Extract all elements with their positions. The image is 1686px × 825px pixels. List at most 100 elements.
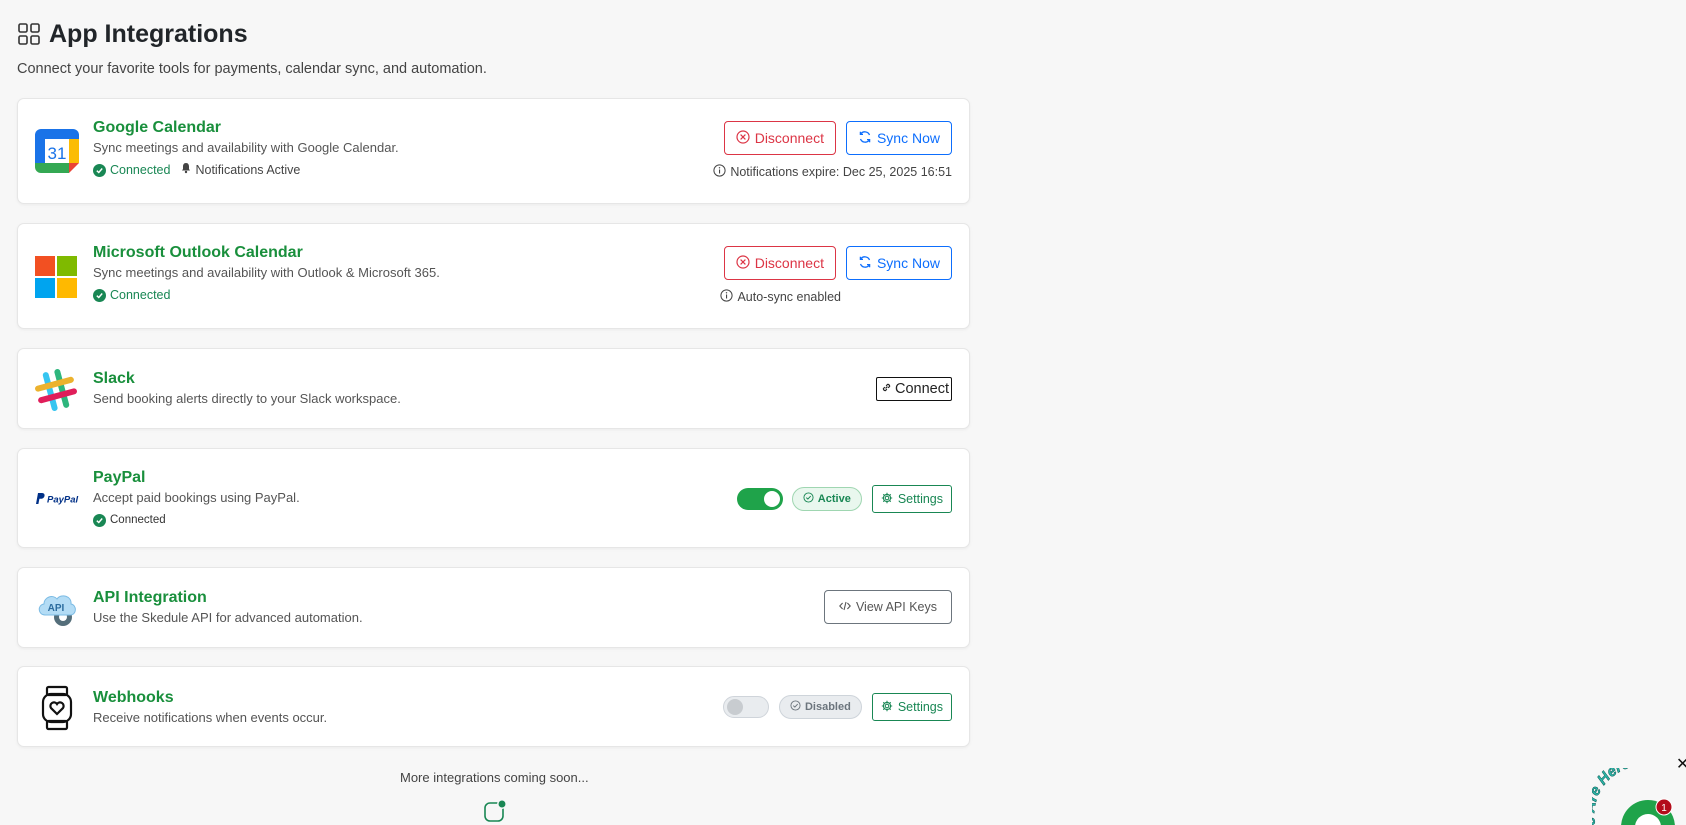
disconnect-button[interactable]: Disconnect [723,121,836,155]
disconnect-button[interactable]: Disconnect [723,246,836,280]
integration-card-api: API API Integration Use the Skedule API … [17,567,970,648]
svg-text:31: 31 [48,144,67,163]
card-actions: Disabled Settings [722,693,952,721]
disabled-circle-icon [790,700,801,714]
integration-card-webhooks: Webhooks Receive notifications when even… [17,666,970,747]
status-connected: Connected [93,162,170,178]
badge-label: Disabled [804,701,851,713]
webhooks-logo [35,685,79,736]
auto-sync-text: Auto-sync enabled [737,290,841,304]
integrations-page: App Integrations Connect your favorite t… [17,18,970,78]
chat-widget[interactable]: We Are Here 1 [1592,768,1686,825]
slack-logo [35,369,77,416]
coming-soon-note: More integrations coming soon... [400,770,589,785]
paypal-enable-toggle[interactable] [736,488,783,510]
integration-description: Sync meetings and availability with Goog… [93,140,399,155]
connect-label: Connect [894,381,949,397]
notifications-label: Notifications Active [195,163,301,177]
card-text: Slack Send booking alerts directly to yo… [93,369,401,407]
sync-label: Sync Now [876,130,940,146]
status-label: Connected [110,514,166,526]
bell-icon [180,162,192,178]
info-icon [720,289,734,305]
api-logo: API [35,587,79,636]
card-actions: Disconnect Sync Now [723,246,952,280]
grid-icon [17,22,41,46]
integration-card-outlook: Microsoft Outlook Calendar Sync meetings… [17,223,970,329]
card-text: Microsoft Outlook Calendar Sync meetings… [93,243,440,303]
integration-description: Receive notifications when events occur. [93,710,328,725]
x-circle-icon [736,129,750,147]
integration-name: Microsoft Outlook Calendar [93,244,303,261]
card-text: PayPal Accept paid bookings using PayPal… [93,468,300,528]
sync-now-button[interactable]: Sync Now [845,121,952,155]
integration-name: PayPal [93,469,146,486]
check-circle-icon [803,492,814,506]
notifications-status: Notifications Active [180,162,300,178]
card-text: API Integration Use the Skedule API for … [93,588,363,626]
expiry-text: Notifications expire: Dec 25, 2025 16:51 [730,165,952,179]
card-text: Google Calendar Sync meetings and availa… [93,118,399,178]
card-actions: Connect [875,377,952,401]
notification-square-icon [483,799,507,825]
info-icon [713,164,726,180]
gear-icon [881,492,893,507]
settings-button[interactable]: Settings [871,485,952,513]
webhooks-enable-toggle[interactable] [722,696,769,718]
svg-text:API: API [48,603,65,614]
view-api-keys-button[interactable]: View API Keys [823,590,952,624]
check-circle-icon [93,163,106,177]
refresh-icon [858,130,872,147]
refresh-icon [858,255,872,272]
integration-name: Google Calendar [93,119,222,136]
status-row: Connected [93,512,300,528]
integration-name: Slack [93,370,135,387]
x-circle-icon [736,254,750,272]
toggle-knob [763,491,780,507]
check-circle-icon [93,513,106,527]
status-row: Connected Notifications Active [93,162,399,178]
view-api-keys-label: View API Keys [855,600,937,614]
link-icon [881,381,892,397]
disconnect-label: Disconnect [754,255,824,271]
check-circle-icon [93,288,106,302]
sync-label: Sync Now [876,255,940,271]
settings-button[interactable]: Settings [871,693,952,721]
auto-sync-note: Auto-sync enabled [720,289,841,305]
widget-badge-count: 1 [1661,803,1667,814]
connect-button[interactable]: Connect [875,377,952,401]
status-connected: Connected [93,287,170,303]
code-icon [838,600,851,615]
integration-description: Use the Skedule API for advanced automat… [93,610,363,625]
expiry-note: Notifications expire: Dec 25, 2025 16:51 [713,164,952,180]
card-text: Webhooks Receive notifications when even… [93,688,327,726]
integration-description: Sync meetings and availability with Outl… [93,265,440,280]
paypal-logo: PayPal [35,492,81,511]
page-header: App Integrations [17,18,970,50]
google-calendar-logo: 31 [35,129,79,178]
status-badge: Active [791,487,862,511]
card-actions: Disconnect Sync Now [723,121,952,155]
integration-card-slack: Slack Send booking alerts directly to yo… [17,348,970,429]
badge-label: Active [817,493,851,505]
gear-icon [881,700,893,715]
page-title: App Integrations [49,19,248,48]
integration-description: Send booking alerts directly to your Sla… [93,391,401,406]
integration-card-paypal: PayPal PayPal Accept paid bookings using… [17,448,970,548]
disconnect-label: Disconnect [754,130,824,146]
svg-text:PayPal: PayPal [47,495,79,506]
settings-label: Settings [897,492,943,506]
status-row: Connected [93,287,440,303]
integration-name: API Integration [93,589,207,606]
integration-name: Webhooks [93,689,174,706]
sync-now-button[interactable]: Sync Now [845,246,952,280]
integration-description: Accept paid bookings using PayPal. [93,490,300,505]
card-actions: View API Keys [823,590,952,624]
status-badge: Disabled [778,695,862,719]
status-connected: Connected [93,512,166,528]
microsoft-logo [35,256,77,303]
integration-card-google-calendar: 31 Google Calendar Sync meetings and ava… [17,98,970,204]
status-label: Connected [110,288,171,302]
page-subtitle: Connect your favorite tools for payments… [17,61,487,77]
toggle-knob [726,699,743,715]
